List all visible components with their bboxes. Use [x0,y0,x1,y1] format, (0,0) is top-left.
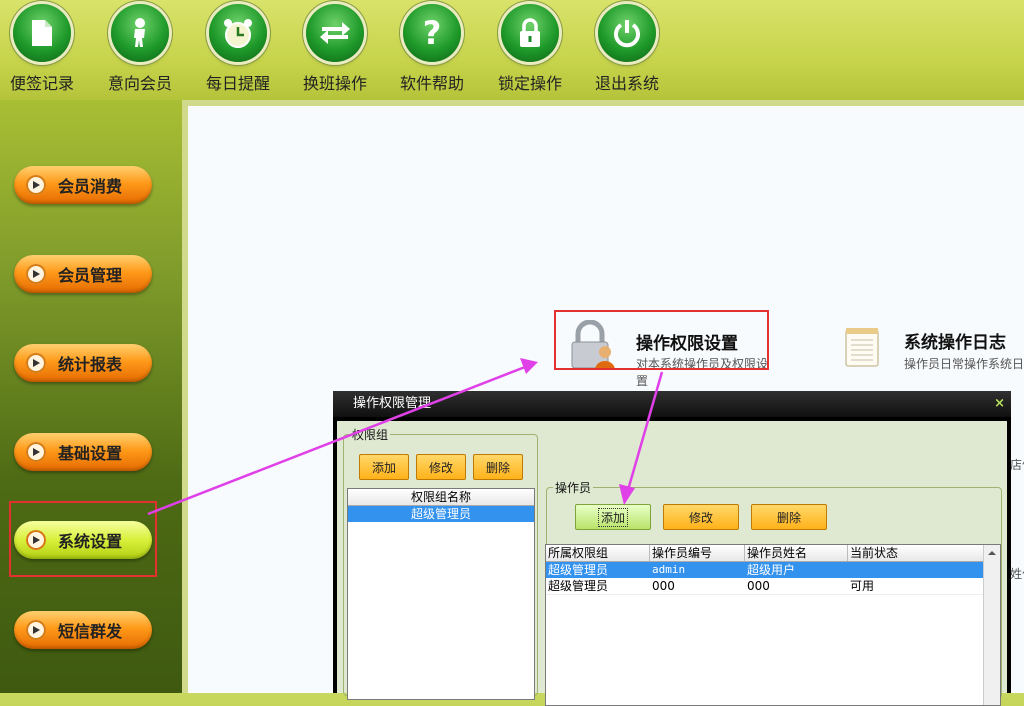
column-header[interactable]: 操作员编号 [650,545,745,561]
toolbar-item-label: 意向会员 [107,74,172,93]
toolbar-item-reminder[interactable]: 每日提醒 [193,4,283,94]
sidebar-item-member-consumption[interactable]: 会员消费 [14,166,152,204]
module-system-log[interactable]: 系统操作日志 操作员日常操作系统日 [844,322,1024,372]
vertical-scrollbar[interactable] [983,545,1000,705]
play-icon [26,353,46,373]
dialog-body: 权限组 添加 修改 删除 权限组名称 超级管理员 操作员 添加 修改 删除 所属… [337,421,1007,706]
table-cell: 000 [652,579,675,593]
sidebar-item-basic-settings[interactable]: 基础设置 [14,433,152,471]
toolbar-item-label: 每日提醒 [205,74,270,93]
operator-add-button[interactable]: 添加 [575,504,651,530]
group-legend: 权限组 [350,426,391,443]
table-cell: 可用 [850,579,875,593]
play-icon [26,442,46,462]
toolbar-item-label: 便签记录 [9,74,74,93]
column-header[interactable]: 当前状态 [848,545,983,561]
column-header[interactable]: 所属权限组 [546,545,650,561]
toolbar-item-exit[interactable]: 退出系统 [582,4,672,94]
toolbar-item-label: 换班操作 [302,74,367,93]
power-icon [598,4,656,62]
group-edit-button[interactable]: 修改 [416,454,466,480]
log-book-icon [844,326,880,368]
sidebar-item-reports[interactable]: 统计报表 [14,344,152,382]
annotation-box-sidebar [9,501,157,577]
toolbar-item-help[interactable]: ? 软件帮助 [387,4,477,94]
edge-text: 姓付 [1010,567,1024,581]
toolbar-item-label: 退出系统 [594,74,659,93]
toolbar-item-notes[interactable]: 便签记录 [0,4,87,94]
operator-table-header: 所属权限组 操作员编号 操作员姓名 当前状态 [546,545,1000,562]
table-row[interactable]: 超级管理员 000 000 可用 [546,578,983,595]
sidebar-item-member-management[interactable]: 会员管理 [14,255,152,293]
table-cell: 000 [747,579,770,593]
sidebar-item-sms[interactable]: 短信群发 [14,611,152,649]
dialog-title: 操作权限管理 [353,396,432,411]
toolbar-item-prospects[interactable]: 意向会员 [95,4,185,94]
table-cell: admin [652,563,686,576]
play-icon [26,264,46,284]
dialog-titlebar[interactable]: 操作权限管理 × [333,391,1011,417]
permission-group-panel: 权限组 添加 修改 删除 权限组名称 超级管理员 [343,426,538,700]
table-row[interactable]: 超级管理员 admin 超级用户 [546,562,983,578]
table-cell: 超级管理员 [548,579,609,593]
operator-panel: 操作员 添加 修改 删除 所属权限组 操作员编号 操作员姓名 当前状态 超级管理… [545,479,1002,706]
group-add-button[interactable]: 添加 [359,454,409,480]
sidebar-item-label: 基础设置 [58,444,123,463]
alarm-clock-icon [209,4,267,62]
group-list[interactable]: 权限组名称 超级管理员 [347,488,535,700]
play-icon [26,175,46,195]
edge-text: 店信 [1010,458,1024,472]
toolbar-item-shift[interactable]: 换班操作 [290,4,380,94]
module-description: 操作员日常操作系统日 [904,357,1024,371]
table-cell: 超级用户 [747,563,796,577]
document-icon [13,4,71,62]
toolbar-item-lock[interactable]: 锁定操作 [485,4,575,94]
question-icon: ? [403,4,461,62]
group-list-header: 权限组名称 [348,489,534,506]
sidebar-item-label: 统计报表 [58,355,123,374]
sidebar-item-label: 短信群发 [58,622,123,641]
operator-table[interactable]: 所属权限组 操作员编号 操作员姓名 当前状态 超级管理员 admin 超级用户 … [545,544,1001,706]
operator-add-label: 添加 [597,507,628,527]
operator-delete-button[interactable]: 删除 [751,504,827,530]
swap-arrows-icon [306,4,364,62]
operator-edit-button[interactable]: 修改 [663,504,739,530]
group-delete-button[interactable]: 删除 [473,454,523,480]
sidebar-item-label: 会员管理 [58,266,123,285]
close-icon[interactable]: × [994,391,1005,417]
lock-icon [501,4,559,62]
top-toolbar: 便签记录 意向会员 每日提醒 换班操作 ? 软件帮助 锁定操作 退出系统 [0,0,1024,100]
person-icon [111,4,169,62]
group-list-item[interactable]: 超级管理员 [348,506,534,522]
toolbar-item-label: 锁定操作 [497,74,562,93]
svg-text:?: ? [423,16,442,50]
permission-management-dialog: 操作权限管理 × 权限组 添加 修改 删除 权限组名称 超级管理员 操作员 添加… [333,391,1011,706]
table-cell: 超级管理员 [548,563,609,577]
play-icon [26,620,46,640]
table-cell [848,562,983,578]
annotation-box-permission [554,310,769,370]
toolbar-item-label: 软件帮助 [399,74,464,93]
module-title: 系统操作日志 [904,333,1006,353]
column-header[interactable]: 操作员姓名 [745,545,848,561]
scroll-up-icon[interactable] [984,545,1000,561]
sidebar-item-label: 会员消费 [58,177,123,196]
operator-legend: 操作员 [553,479,594,496]
